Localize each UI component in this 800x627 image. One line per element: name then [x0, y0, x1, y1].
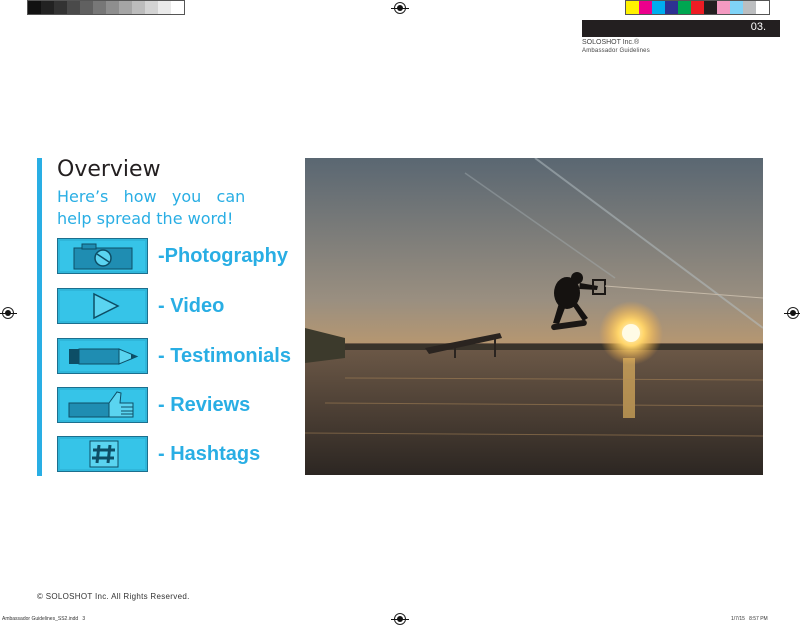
document-title: Ambassador Guidelines [582, 48, 650, 54]
wakeboarder-sunset-photo [305, 158, 763, 475]
list-item-reviews: - Reviews [57, 386, 250, 424]
hashtags-button [57, 436, 148, 472]
hashtag-icon [89, 440, 118, 468]
testimonials-button [57, 338, 148, 374]
list-item-testimonials: - Testimonials [57, 337, 291, 375]
photography-button [57, 238, 148, 274]
list-item-hashtags: - Hashtags [57, 435, 260, 473]
copyright-text: © SOLOSHOT Inc. All Rights Reserved. [37, 592, 190, 601]
video-button [57, 288, 148, 324]
page-number: 03. [750, 21, 766, 33]
list-item-photography: -Photography [57, 237, 288, 275]
subtitle-line-2: help spread the word! [57, 209, 234, 228]
registration-mark-top [391, 2, 409, 14]
file-slug: Ambassador Guidelines_SS2.indd 3 [2, 616, 86, 622]
photo-scene [305, 158, 763, 475]
thumbs-up-icon [68, 391, 133, 418]
registration-mark-bottom [391, 613, 409, 625]
section-subtitle: Here’s how you can help spread the word! [57, 186, 257, 230]
camera-icon [73, 243, 132, 270]
registration-mark-left [0, 307, 17, 319]
timestamp-slug: 1/7/15 8:57 PM [731, 616, 768, 622]
color-calibration-bar [625, 0, 770, 15]
reviews-label: - Reviews [158, 393, 251, 416]
page-number-band: 03. [582, 20, 780, 37]
pencil-icon [68, 348, 138, 365]
testimonials-label: - Testimonials [158, 344, 291, 367]
accent-bar [37, 158, 42, 476]
company-name: SOLOSHOT Inc.® [582, 39, 640, 46]
play-icon [92, 292, 120, 320]
section-title: Overview [57, 157, 161, 182]
subtitle-line-1: Here’s how you can [57, 187, 246, 206]
photography-label: -Photography [158, 244, 288, 267]
reviews-button [57, 387, 148, 423]
registration-mark-right [784, 307, 800, 319]
hashtags-label: - Hashtags [158, 442, 261, 465]
grayscale-calibration-bar [27, 0, 185, 15]
video-label: - Video [158, 294, 225, 317]
list-item-video: - Video [57, 287, 224, 325]
